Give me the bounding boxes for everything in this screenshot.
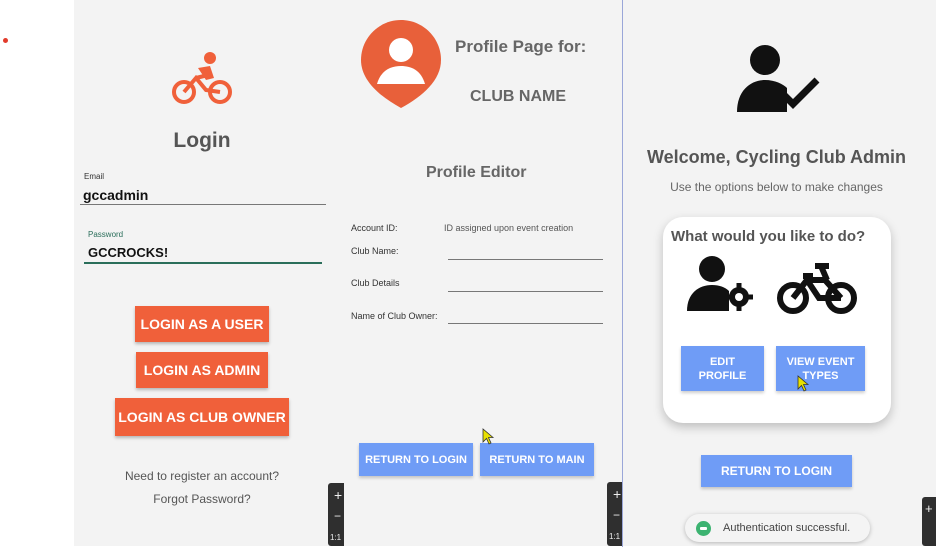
- password-label: Password: [88, 230, 124, 239]
- bicycle-icon: [172, 52, 232, 104]
- zoom-out-icon[interactable]: −: [334, 509, 341, 523]
- zoom-in-icon-3[interactable]: +: [925, 501, 933, 516]
- red-dot: [3, 38, 8, 43]
- email-label: Email: [84, 172, 105, 181]
- emulator-side-panel-2[interactable]: + − 1:1: [607, 482, 622, 546]
- success-icon: [696, 521, 711, 536]
- edit-profile-line2: PROFILE: [698, 369, 747, 382]
- emulator-side-panel-3[interactable]: +: [922, 497, 936, 546]
- club-owner-field[interactable]: [448, 323, 603, 324]
- login-as-user-button[interactable]: LOGIN AS A USER: [135, 306, 269, 342]
- options-card: [663, 217, 891, 423]
- return-to-login-button-admin[interactable]: RETURN TO LOGIN: [701, 455, 852, 487]
- edit-profile-button[interactable]: EDIT PROFILE: [681, 346, 764, 391]
- admin-screen: Welcome, Cycling Club Admin Use the opti…: [623, 0, 936, 546]
- manage-account-icon: [687, 256, 753, 311]
- toast-notification: Authentication successful.: [685, 514, 870, 542]
- profile-editor-title: Profile Editor: [426, 164, 527, 181]
- login-title: Login: [173, 129, 231, 152]
- view-event-types-button[interactable]: VIEW EVENT TYPES: [776, 346, 865, 391]
- profile-header-line1: Profile Page for:: [455, 37, 587, 56]
- zoom-reset-label[interactable]: 1:1: [330, 533, 341, 542]
- zoom-in-icon[interactable]: +: [334, 487, 342, 503]
- account-id-value: ID assigned upon event creation: [444, 223, 574, 233]
- bicycle-icon-black: [777, 263, 857, 314]
- club-details-field[interactable]: [448, 291, 603, 292]
- edit-profile-line1: EDIT: [709, 355, 736, 368]
- register-link[interactable]: Need to register an account?: [74, 469, 330, 483]
- toast-text: Authentication successful.: [723, 522, 851, 534]
- club-details-label: Club Details: [351, 278, 400, 288]
- email-field[interactable]: gccadmin: [83, 187, 148, 203]
- account-id-label: Account ID:: [351, 223, 398, 233]
- forgot-password-link[interactable]: Forgot Password?: [74, 492, 330, 506]
- zoom-in-icon-2[interactable]: +: [613, 486, 621, 502]
- profile-avatar-icon: [361, 20, 441, 108]
- profile-screen: Profile Page for: CLUB NAME Profile Edit…: [344, 0, 622, 546]
- password-field[interactable]: GCCROCKS!: [88, 245, 168, 260]
- login-as-club-owner-button[interactable]: LOGIN AS CLUB OWNER: [115, 398, 289, 436]
- club-name-label: Club Name:: [351, 246, 399, 256]
- mouse-cursor-icon-2: [797, 375, 810, 392]
- password-underline: [84, 262, 322, 264]
- view-event-line1: VIEW EVENT: [786, 355, 855, 368]
- zoom-reset-label-2[interactable]: 1:1: [609, 532, 620, 541]
- return-to-login-button[interactable]: RETURN TO LOGIN: [359, 443, 473, 476]
- profile-header-club-name: CLUB NAME: [470, 88, 566, 105]
- email-underline: [80, 204, 326, 205]
- welcome-title: Welcome, Cycling Club Admin: [646, 147, 907, 167]
- card-title: What would you like to do?: [671, 228, 866, 245]
- club-name-field[interactable]: [448, 259, 603, 260]
- login-screen: Login Email gccadmin Password GCCROCKS! …: [74, 0, 346, 546]
- return-to-main-button[interactable]: RETURN TO MAIN: [480, 443, 594, 476]
- zoom-out-icon-2[interactable]: −: [613, 508, 620, 522]
- welcome-subtitle: Use the options below to make changes: [670, 180, 883, 194]
- login-as-admin-button[interactable]: LOGIN AS ADMIN: [136, 352, 268, 388]
- club-owner-label: Name of Club Owner:: [351, 311, 438, 321]
- mouse-cursor-icon: [482, 428, 495, 445]
- person-check-icon: [737, 45, 820, 112]
